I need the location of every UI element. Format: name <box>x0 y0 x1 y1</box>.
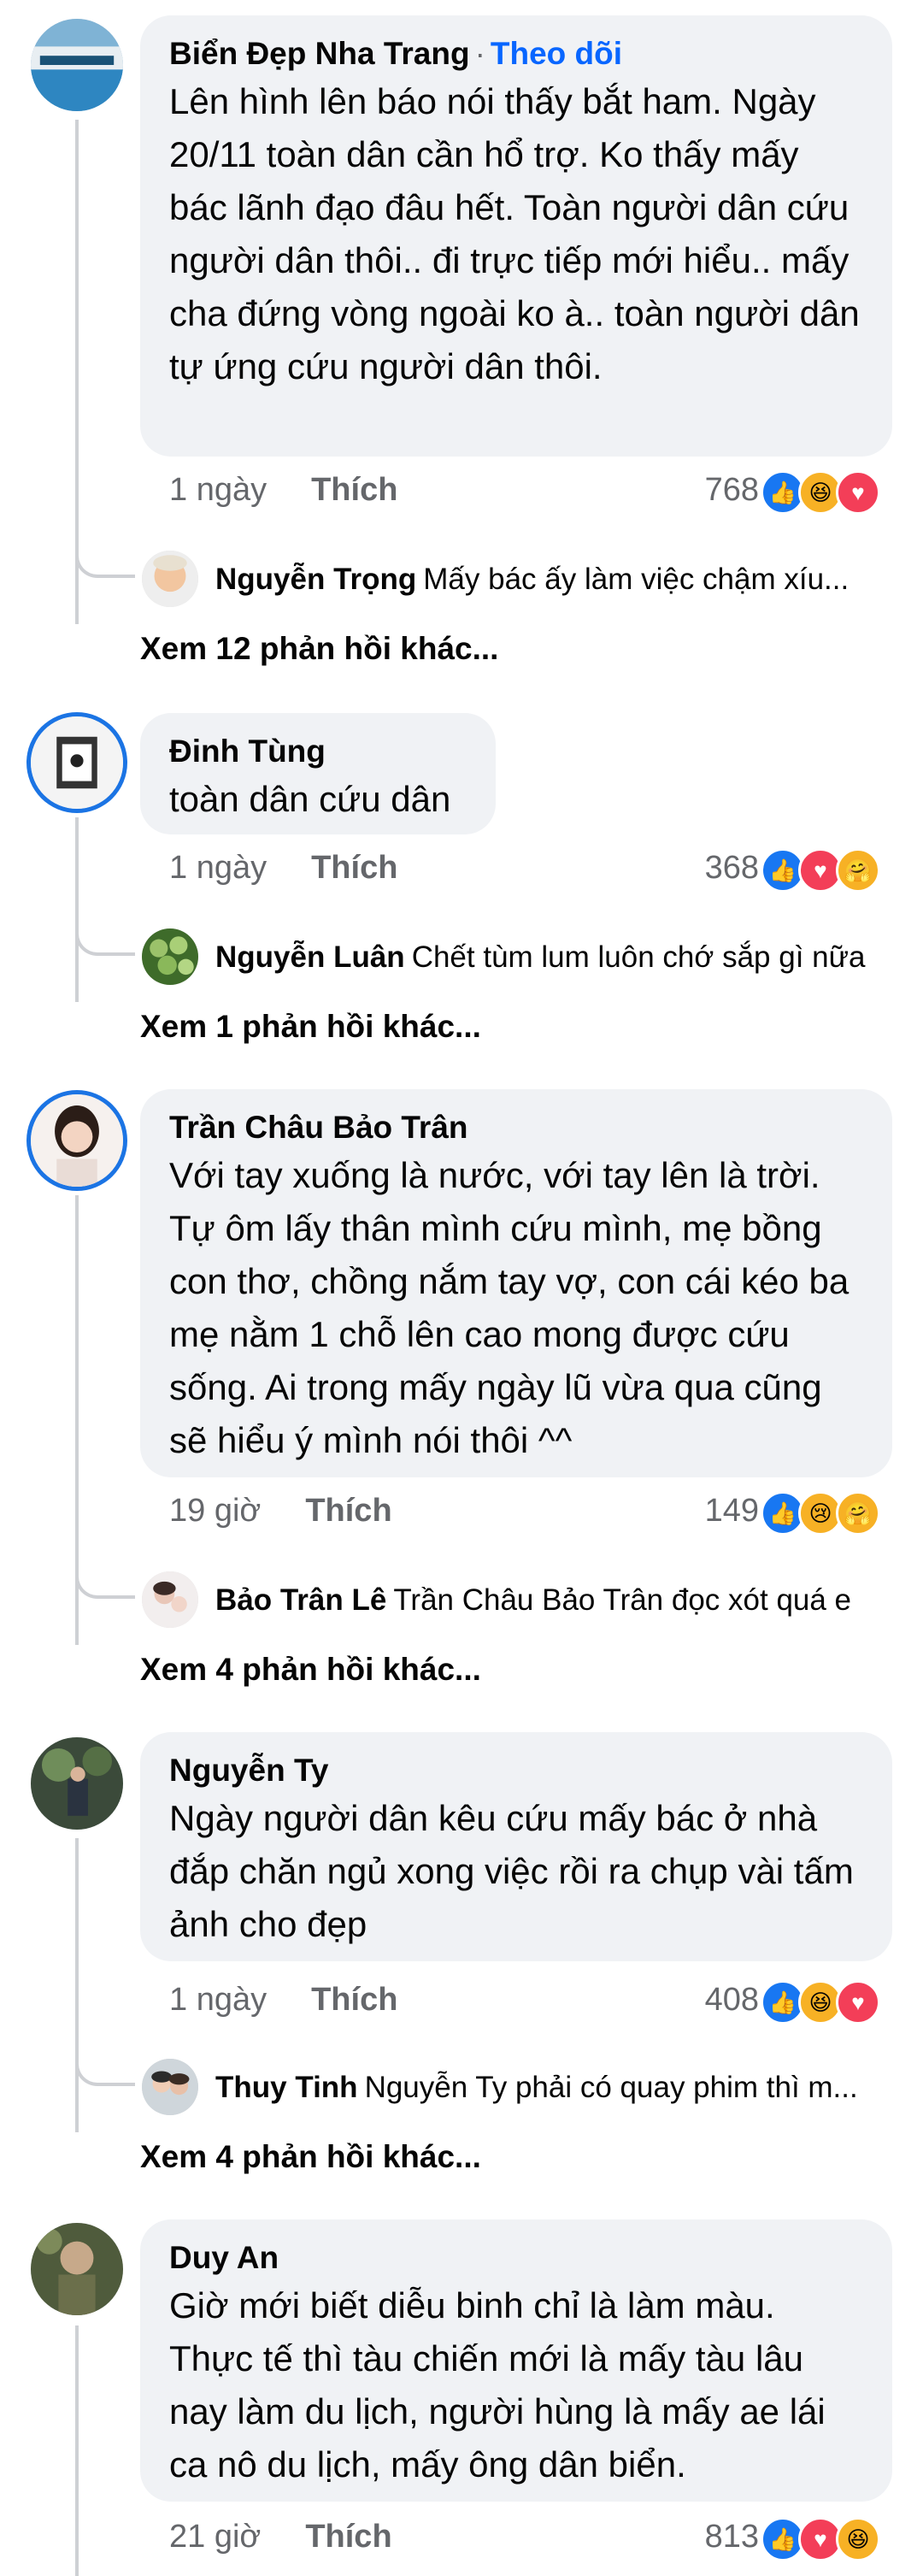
commenter-name[interactable]: Đinh Tùng <box>169 732 467 771</box>
reply-author[interactable]: Nguyễn Trọng <box>215 563 416 596</box>
follow-button[interactable]: Theo dõi <box>491 36 622 71</box>
comment-text: Lên hình lên báo nói thấy bắt ham. Ngày … <box>169 81 860 386</box>
reaction-count[interactable]: 408 <box>705 1982 759 2019</box>
reply-author[interactable]: Thuy Tinh <box>215 2071 358 2104</box>
comment-bubble: Nguyễn Ty Ngày người dân kêu cứu mấy bác… <box>140 1732 892 1961</box>
comment-text: Ngày người dân kêu cứu mấy bác ở nhà đắp… <box>169 1798 854 1944</box>
view-more-replies-link[interactable]: Xem 1 phản hồi khác... <box>140 1009 481 1045</box>
comment-bubble: Trần Châu Bảo Trân Với tay xuống là nước… <box>140 1089 892 1477</box>
thread-line <box>75 1838 79 2132</box>
reply-text: Chết tùm lum luôn chớ sắp gì nữa <box>411 940 866 974</box>
reaction-count[interactable]: 768 <box>705 472 759 509</box>
reaction-icons[interactable]: 👍 😆 ♥ <box>761 1980 889 2025</box>
commenter-name[interactable]: Trần Châu Bảo Trân <box>169 1108 863 1147</box>
avatar[interactable] <box>31 1094 123 1187</box>
reaction-icons[interactable]: 👍 😢 🤗 <box>761 1491 889 1536</box>
thread-connector <box>75 1563 135 1599</box>
like-button[interactable]: Thích <box>305 2519 391 2555</box>
comment-meta: 1 ngày Thích <box>169 472 397 509</box>
reaction-icons[interactable]: 👍 ♥ 😆 <box>761 2517 889 2561</box>
commenter-name[interactable]: Duy An <box>169 2238 863 2278</box>
reply-avatar[interactable] <box>142 2059 198 2115</box>
comment-meta: 21 giờ Thích <box>169 2519 392 2555</box>
comment-text: Với tay xuống là nước, với tay lên là tr… <box>169 1155 850 1460</box>
comment-bubble: Duy An Giờ mới biết diễu binh chỉ là làm… <box>140 2219 892 2502</box>
reply-preview[interactable]: Thuy Tinh Nguyễn Ty phải có quay phim thì… <box>215 2071 899 2105</box>
reply-avatar[interactable] <box>142 928 198 985</box>
reply-text: Mấy bác ấy làm việc chậm xíu... <box>423 563 850 596</box>
comment-meta: 19 giờ Thích <box>169 1493 392 1530</box>
care-reaction-icon: 🤗 <box>836 1491 880 1536</box>
view-more-replies-link[interactable]: Xem 4 phản hồi khác... <box>140 2139 481 2175</box>
comment-time[interactable]: 1 ngày <box>169 1982 267 2018</box>
reply-author[interactable]: Bảo Trân Lê <box>215 1583 386 1617</box>
haha-reaction-icon: 😆 <box>836 2517 880 2561</box>
comment-time[interactable]: 21 giờ <box>169 2519 261 2555</box>
view-more-replies-link[interactable]: Xem 4 phản hồi khác... <box>140 1652 481 1688</box>
like-button[interactable]: Thích <box>311 850 397 886</box>
comment-meta: 1 ngày Thích <box>169 1982 397 2019</box>
care-reaction-icon: 🤗 <box>836 848 880 893</box>
like-button[interactable]: Thích <box>311 472 397 508</box>
thread-line <box>75 2325 79 2576</box>
view-more-replies-link[interactable]: Xem 12 phản hồi khác... <box>140 631 498 667</box>
comment-bubble: Đinh Tùng toàn dân cứu dân <box>140 713 496 834</box>
reply-author[interactable]: Nguyễn Luân <box>215 940 405 974</box>
reaction-icons[interactable]: 👍 ♥ 🤗 <box>761 848 889 893</box>
like-button[interactable]: Thích <box>305 1493 391 1529</box>
comment-time[interactable]: 1 ngày <box>169 850 267 886</box>
comment-text: toàn dân cứu dân <box>169 779 451 819</box>
reply-avatar[interactable] <box>142 551 198 607</box>
separator-dot: · <box>474 36 485 71</box>
reply-text: Nguyễn Ty phải có quay phim thì m... <box>364 2071 858 2104</box>
avatar[interactable] <box>31 1737 123 1830</box>
love-reaction-icon: ♥ <box>836 1980 880 2025</box>
love-reaction-icon: ♥ <box>836 470 880 515</box>
thread-line <box>75 817 79 1002</box>
reply-avatar[interactable] <box>142 1571 198 1628</box>
reaction-count[interactable]: 149 <box>705 1493 759 1530</box>
avatar[interactable] <box>31 2223 123 2315</box>
thread-connector <box>75 2050 135 2086</box>
reply-preview[interactable]: Bảo Trân Lê Trần Châu Bảo Trân đọc xót qu… <box>215 1583 899 1618</box>
commenter-name[interactable]: Nguyễn Ty <box>169 1751 863 1790</box>
comment-time[interactable]: 1 ngày <box>169 472 267 508</box>
thread-connector <box>75 542 135 578</box>
thread-connector <box>75 920 135 956</box>
reply-text: Trần Châu Bảo Trân đọc xót quá e <box>393 1583 852 1617</box>
reaction-count[interactable]: 813 <box>705 2519 759 2555</box>
avatar[interactable] <box>31 716 123 809</box>
comment-bubble: Biển Đẹp Nha Trang · Theo dõi Lên hình lên… <box>140 15 892 457</box>
commenter-name[interactable]: Biển Đẹp Nha Trang <box>169 36 470 71</box>
reply-preview[interactable]: Nguyễn Luân Chết tùm lum luôn chớ sắp gì … <box>215 940 899 975</box>
avatar[interactable] <box>31 19 123 111</box>
comment-meta: 1 ngày Thích <box>169 850 397 887</box>
like-button[interactable]: Thích <box>311 1982 397 2018</box>
reaction-count[interactable]: 368 <box>705 850 759 887</box>
reply-preview[interactable]: Nguyễn Trọng Mấy bác ấy làm việc chậm xíu… <box>215 563 899 597</box>
comment-time[interactable]: 19 giờ <box>169 1493 261 1529</box>
comment-text: Giờ mới biết diễu binh chỉ là làm màu. T… <box>169 2285 826 2485</box>
reaction-icons[interactable]: 👍 😆 ♥ <box>761 470 889 515</box>
